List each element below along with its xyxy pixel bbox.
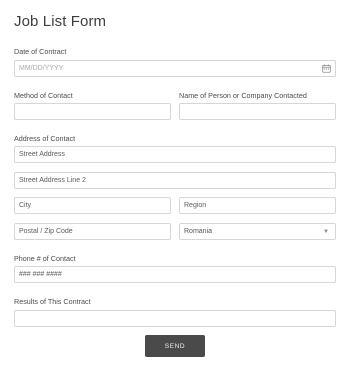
results-input[interactable] bbox=[14, 310, 336, 327]
date-input[interactable]: MM/DD/YYYY bbox=[14, 60, 336, 77]
method-label: Method of Contact bbox=[14, 91, 73, 100]
street2-placeholder: Street Address Line 2 bbox=[19, 177, 86, 184]
send-button[interactable]: SEND bbox=[145, 335, 205, 357]
person-input[interactable] bbox=[179, 103, 336, 120]
person-label: Name of Person or Company Contacted bbox=[179, 91, 307, 100]
form-title: Job List Form bbox=[14, 13, 107, 30]
street-input[interactable]: Street Address bbox=[14, 146, 336, 163]
method-input[interactable] bbox=[14, 103, 171, 120]
country-select[interactable]: Romania ▼ bbox=[179, 223, 336, 240]
postal-input[interactable]: Postal / Zip Code bbox=[14, 223, 171, 240]
street2-input[interactable]: Street Address Line 2 bbox=[14, 172, 336, 189]
city-placeholder: City bbox=[19, 202, 32, 209]
city-input[interactable]: City bbox=[14, 197, 171, 214]
results-label: Results of This Contract bbox=[14, 297, 91, 306]
region-placeholder: Region bbox=[184, 202, 207, 209]
date-placeholder: MM/DD/YYYY bbox=[19, 65, 64, 72]
street-placeholder: Street Address bbox=[19, 151, 65, 158]
country-value: Romania bbox=[184, 228, 213, 235]
date-label: Date of Contract bbox=[14, 47, 67, 56]
phone-placeholder: ### ### #### bbox=[19, 271, 62, 278]
phone-label: Phone # of Contact bbox=[14, 254, 76, 263]
region-input[interactable]: Region bbox=[179, 197, 336, 214]
calendar-icon[interactable] bbox=[322, 64, 331, 73]
postal-placeholder: Postal / Zip Code bbox=[19, 228, 73, 235]
phone-input[interactable]: ### ### #### bbox=[14, 266, 336, 283]
chevron-down-icon: ▼ bbox=[323, 229, 329, 235]
address-label: Address of Contact bbox=[14, 134, 76, 143]
